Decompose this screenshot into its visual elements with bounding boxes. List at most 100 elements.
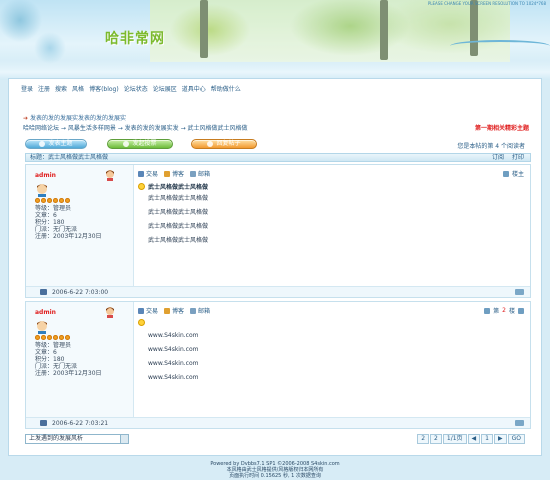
- content-line[interactable]: www.S4skin.com: [148, 357, 199, 371]
- author-articles: 文章：6: [35, 212, 57, 219]
- mail-label: 邮箱: [198, 308, 211, 315]
- mail-link[interactable]: 邮箱: [190, 306, 210, 315]
- print-link[interactable]: 打印: [512, 154, 524, 161]
- hot-topics-link[interactable]: 第一期相关精彩主题: [475, 123, 529, 132]
- author-registered: 注册：2003年12月30日: [35, 233, 102, 240]
- content-line: 武士风格做武士风格做: [148, 237, 209, 244]
- author-sect: 门派：无门无派: [35, 363, 78, 370]
- nav-forum-showcase[interactable]: 论坛展区: [153, 84, 177, 93]
- content-line[interactable]: www.S4skin.com: [148, 371, 199, 385]
- thread-title: 标题：武士风格做武士风格做: [30, 154, 109, 161]
- chevron-down-icon[interactable]: [120, 435, 128, 443]
- mail-icon: [190, 307, 197, 314]
- pager-page-1[interactable]: 1: [481, 434, 493, 444]
- post-body: 交易 博客 邮箱 第 2 楼 www.S4skin.com www.S4skin…: [134, 302, 530, 428]
- post-footer: 2006-6-22 7:03:21: [26, 417, 530, 428]
- author-role: 等级：管理员: [35, 205, 72, 212]
- user-avatar-icon: [37, 184, 47, 197]
- star-icon: [41, 335, 46, 340]
- author-name[interactable]: admin: [35, 309, 56, 316]
- site-footer: Powered by Dvbbs7.1 SP1 ©2006-2008 S4ski…: [0, 461, 550, 479]
- pager-next[interactable]: ▶: [494, 434, 507, 444]
- blog-label: 博客: [172, 308, 185, 315]
- post-title-text: 武士风格做武士风格做: [148, 184, 209, 191]
- floor-suffix: 楼: [508, 308, 515, 315]
- star-icon: [35, 335, 40, 340]
- floor-label: 楼主: [502, 169, 524, 178]
- author-panel: admin 等级：管理员 文章：6 积分：180 门派：无门无派 注册：2003…: [26, 165, 134, 297]
- exchange-icon: [138, 307, 144, 314]
- exchange-link[interactable]: 交易: [138, 169, 158, 178]
- announcement[interactable]: ➜ 发表的发的发展实发表的发的发展实: [23, 113, 126, 122]
- author-name[interactable]: admin: [35, 172, 56, 179]
- post-title: [138, 319, 145, 326]
- nav-search[interactable]: 搜索: [55, 84, 67, 93]
- star-icon: [59, 198, 64, 203]
- blog-icon: [164, 307, 171, 314]
- star-icon: [47, 198, 52, 203]
- author-articles: 文章：6: [35, 349, 57, 356]
- pencil-icon: [39, 141, 46, 147]
- author-panel: admin 等级：管理员 文章：6 积分：180 门派：无门无派 注册：2003…: [26, 302, 134, 428]
- post: admin 等级：管理员 文章：6 积分：180 门派：无门无派 注册：2003…: [25, 164, 531, 298]
- exchange-icon: [138, 170, 144, 177]
- new-topic-label: 发表主题: [48, 140, 73, 147]
- pager-total-posts: 2: [430, 434, 442, 444]
- header-wave: [0, 60, 550, 80]
- quote-icon[interactable]: [484, 307, 491, 314]
- blog-link[interactable]: 博客: [164, 306, 184, 315]
- pager-current: 1/1页: [442, 434, 467, 444]
- quote-icon[interactable]: [502, 170, 509, 177]
- nav-login[interactable]: 登录: [21, 84, 33, 93]
- post-title: 武士风格做武士风格做: [138, 182, 208, 191]
- nav-blog[interactable]: 博客(blog): [89, 84, 119, 93]
- floor-text: 楼主: [511, 171, 524, 178]
- announcement-text[interactable]: 发表的发的发展实发表的发的发展实: [30, 115, 126, 122]
- star-icon: [59, 335, 64, 340]
- new-topic-button[interactable]: 发表主题: [25, 139, 87, 149]
- thread-tools: 订阅 打印: [492, 154, 524, 161]
- new-poll-label: 发起投票: [132, 140, 157, 147]
- pager-go-button[interactable]: GO: [507, 434, 525, 444]
- reply-button[interactable]: 回复帖子: [191, 139, 257, 149]
- site-logo[interactable]: 哈非常网: [105, 28, 165, 48]
- rank-stars: [35, 335, 70, 340]
- mail-link[interactable]: 邮箱: [190, 169, 210, 178]
- nav-props-center[interactable]: 道具中心: [182, 84, 206, 93]
- blog-label: 博客: [172, 171, 185, 178]
- forum-jump-value: 上发遇到的发展风析: [29, 435, 84, 442]
- floor-prefix: 第: [493, 308, 500, 315]
- post-footer: 2006-6-22 7:03:00: [26, 286, 530, 297]
- exchange-link[interactable]: 交易: [138, 306, 158, 315]
- star-icon: [65, 198, 70, 203]
- subscribe-link[interactable]: 订阅: [492, 154, 504, 161]
- nav-forum-status[interactable]: 论坛状态: [124, 84, 148, 93]
- nav-style[interactable]: 风格: [72, 84, 84, 93]
- post-body: 交易 博客 邮箱 楼主 武士风格做武士风格做 武士风格做武士风格做 武士风格做武…: [134, 165, 530, 297]
- breadcrumb-path[interactable]: 哈哈网络论坛 → 风暴生活多样网景 → 发表的发的发展实发 → 武士风格做武士风…: [23, 125, 248, 132]
- arrow-icon: ➜: [23, 115, 29, 122]
- star-icon: [65, 335, 70, 340]
- edit-icon[interactable]: [518, 307, 524, 314]
- back-to-top-icon[interactable]: [515, 420, 524, 426]
- mail-label: 邮箱: [198, 171, 211, 178]
- view-count: 您是本帖的第 4 个阅读者: [457, 143, 525, 150]
- content-line[interactable]: www.S4skin.com: [148, 329, 199, 343]
- back-to-top-icon[interactable]: [515, 289, 524, 295]
- content-line[interactable]: www.S4skin.com: [148, 343, 199, 357]
- forum-jump-select[interactable]: 上发遇到的发展风析: [25, 434, 129, 444]
- site-header: 哈非常网 PLEASE CHANGE YOUR SCREEN RESOLUTIO…: [0, 0, 550, 80]
- thread-title-bar: 标题：武士风格做武士风格做 订阅 打印: [25, 153, 531, 162]
- ip-icon[interactable]: [40, 420, 47, 426]
- exchange-label: 交易: [146, 171, 159, 178]
- star-icon: [53, 198, 58, 203]
- nav-register[interactable]: 注册: [38, 84, 50, 93]
- new-poll-button[interactable]: 发起投票: [107, 139, 173, 149]
- author-registered: 注册：2003年12月30日: [35, 370, 102, 377]
- ip-icon[interactable]: [40, 289, 47, 295]
- post-date: 2006-6-22 7:03:00: [52, 289, 109, 296]
- pager-prev[interactable]: ◀: [467, 434, 481, 444]
- nav-help[interactable]: 帮助做什么: [211, 84, 241, 93]
- forum-panel: 登录 注册 搜索 风格 博客(blog) 论坛状态 论坛展区 道具中心 帮助做什…: [8, 78, 542, 456]
- blog-link[interactable]: 博客: [164, 169, 184, 178]
